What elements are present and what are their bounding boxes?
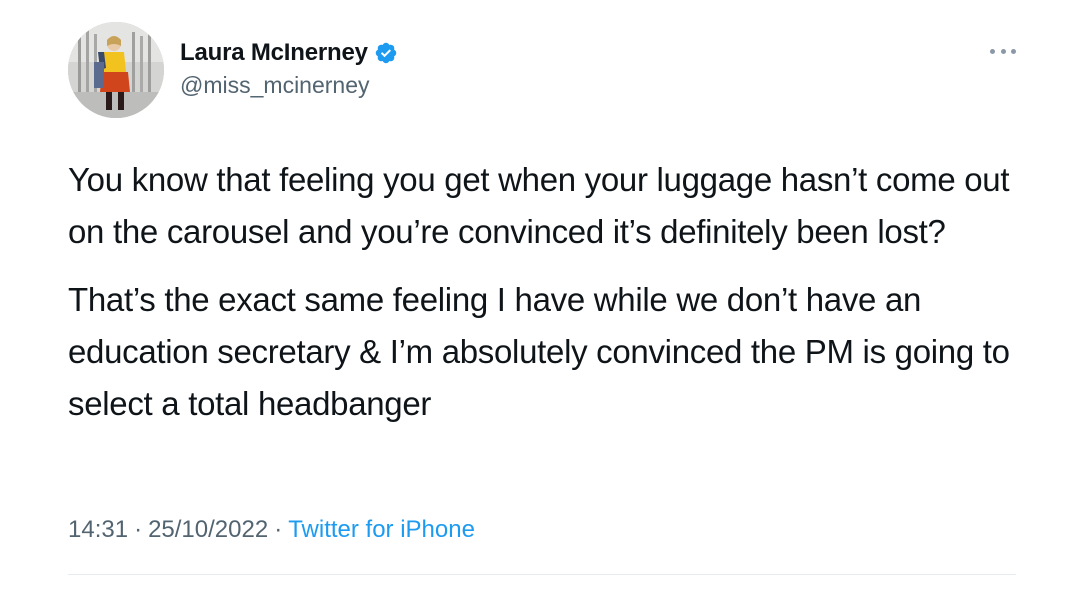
avatar-photo [68,22,164,118]
tweet-metadata: 14:31 · 25/10/2022 · Twitter for iPhone [68,516,475,544]
author-info[interactable]: Laura McInerney @miss_mcinerney [180,38,398,99]
tweet-source-link[interactable]: Twitter for iPhone [288,516,475,543]
tweet-detail: Laura McInerney @miss_mcinerney You know… [0,0,1077,600]
tweet-text: You know that feeling you get when your … [68,154,1028,430]
separator: · [274,516,283,543]
author-display-name[interactable]: Laura McInerney [180,39,368,67]
verified-badge-icon [374,41,398,65]
more-options-icon[interactable] [990,44,1016,58]
author-name-row: Laura McInerney [180,38,398,68]
avatar[interactable] [68,22,164,118]
tweet-paragraph: That’s the exact same feeling I have whi… [68,281,1010,422]
dot [990,48,995,54]
author-handle[interactable]: @miss_mcinerney [180,72,398,99]
tweet-date[interactable]: 25/10/2022 [148,516,268,543]
divider [68,574,1016,575]
dot [1011,48,1016,54]
tweet-paragraph: You know that feeling you get when your … [68,161,1010,250]
dot [1000,48,1006,54]
tweet-time[interactable]: 14:31 [68,516,128,543]
separator: · [134,516,143,543]
